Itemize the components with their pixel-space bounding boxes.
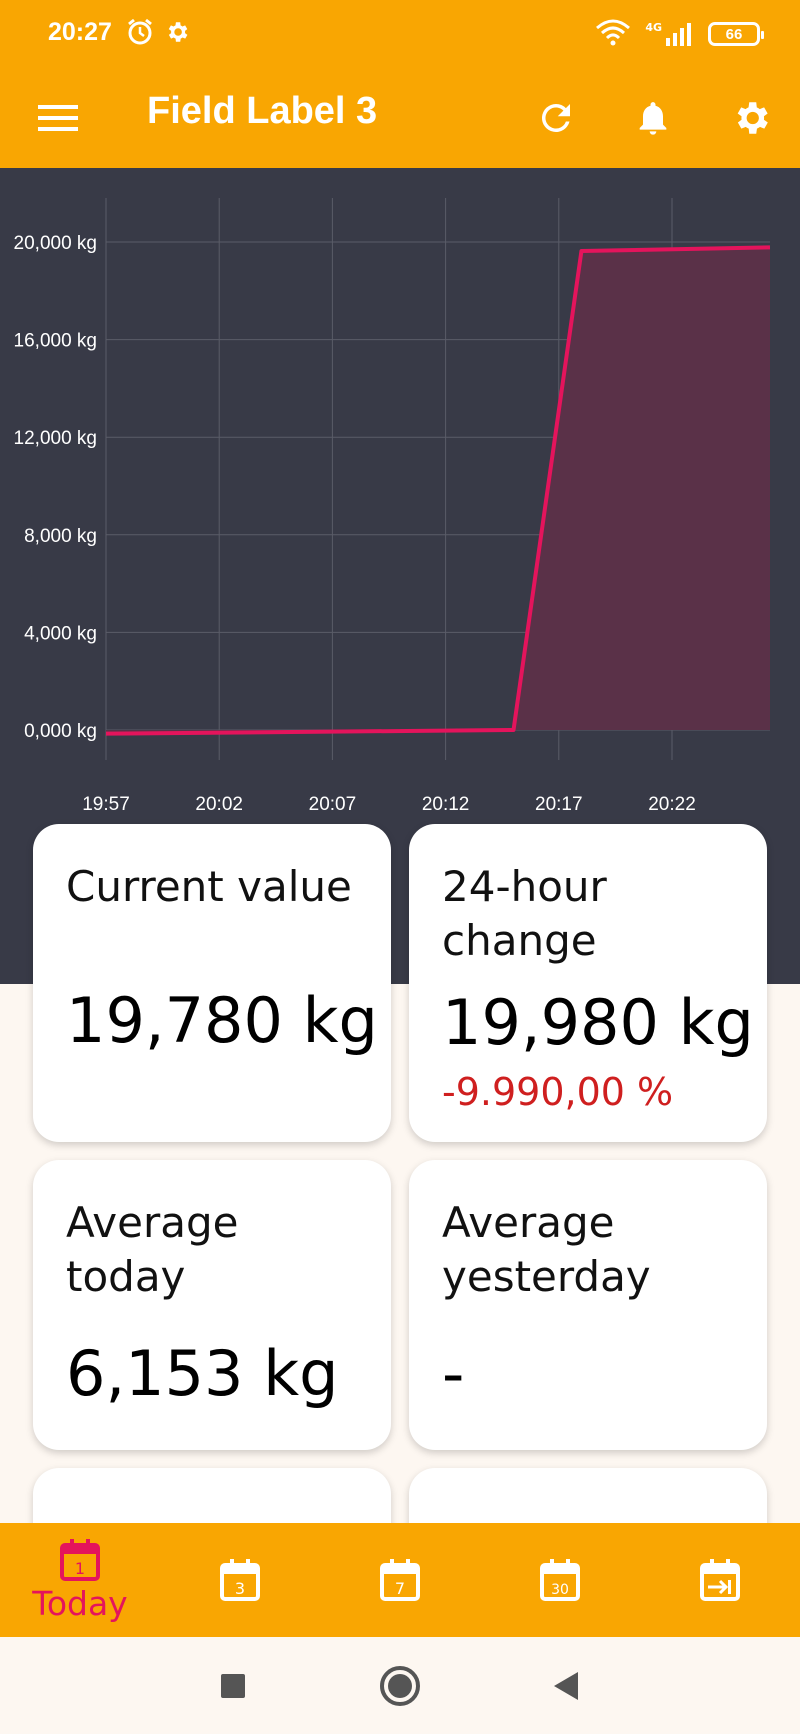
average-today-card: Average today 6,153 kg — [33, 1160, 391, 1450]
x-tick-label: 20:02 — [195, 794, 243, 815]
recents-button[interactable] — [208, 1661, 258, 1711]
calendar-range-icon — [700, 1559, 740, 1601]
y-tick-label: 16,000 kg — [14, 331, 97, 352]
wifi-icon — [595, 18, 631, 50]
nav-item-3-days[interactable]: 3 — [180, 1523, 300, 1637]
bell-icon — [639, 102, 667, 135]
y-tick-label: 0,000 kg — [24, 721, 97, 742]
x-tick-label: 20:22 — [648, 794, 696, 815]
hamburger-menu-icon — [38, 105, 78, 131]
nav-item-custom-range[interactable] — [660, 1523, 780, 1637]
home-button[interactable] — [375, 1661, 425, 1711]
card-title: Average today — [66, 1198, 239, 1301]
x-tick-label: 20:17 — [535, 794, 583, 815]
cellular-signal-icon: 4G — [645, 22, 694, 46]
calendar-today-icon: 1 — [60, 1538, 100, 1581]
average-today-value: 6,153 kg — [66, 1337, 339, 1410]
gear-icon — [737, 102, 768, 134]
back-triangle-icon — [554, 1672, 578, 1700]
nav-label-today: Today — [32, 1583, 128, 1623]
settings-button[interactable] — [725, 92, 777, 144]
calendar-day-number: 30 — [551, 1582, 569, 1598]
x-tick-label: 19:57 — [82, 794, 130, 815]
current-value-card: Current value 19,780 kg — [33, 824, 391, 1142]
menu-button[interactable] — [34, 94, 82, 142]
nav-item-today[interactable]: 1 Today — [20, 1523, 140, 1637]
back-button[interactable] — [540, 1661, 590, 1711]
bottom-navigation: 1 Today 3 7 30 — [0, 1523, 800, 1637]
network-type-label: 4G — [645, 21, 662, 34]
change-24h-value: 19,980 kg — [442, 986, 754, 1059]
y-tick-label: 4,000 kg — [24, 623, 97, 644]
change-24h-card: 24-hour change 19,980 kg -9.990,00 % — [409, 824, 767, 1142]
y-tick-label: 20,000 kg — [14, 233, 97, 254]
x-tick-label: 20:07 — [309, 794, 357, 815]
calendar-3-icon: 3 — [220, 1559, 260, 1601]
average-yesterday-value: - — [442, 1337, 465, 1410]
refresh-button[interactable] — [530, 92, 582, 144]
y-tick-label: 8,000 kg — [24, 526, 97, 547]
card-title: Average yesterday — [442, 1198, 651, 1301]
current-value: 19,780 kg — [66, 984, 378, 1057]
status-time: 20:27 — [48, 18, 112, 46]
calendar-7-icon: 7 — [380, 1559, 420, 1601]
calendar-30-icon: 30 — [540, 1559, 580, 1601]
average-yesterday-card: Average yesterday - — [409, 1160, 767, 1450]
page-title: Field Label 3 — [147, 90, 378, 132]
y-tick-label: 12,000 kg — [14, 428, 97, 449]
battery-icon: 66 — [708, 22, 764, 46]
calendar-day-number: 1 — [75, 1559, 85, 1578]
change-24h-percent: -9.990,00 % — [442, 1070, 674, 1114]
notifications-button[interactable] — [627, 92, 679, 144]
square-icon — [221, 1674, 245, 1698]
refresh-icon — [541, 103, 570, 132]
series-area — [106, 247, 770, 734]
system-navigation-bar — [0, 1637, 800, 1734]
calendar-day-number: 3 — [235, 1579, 245, 1598]
settings-status-icon — [164, 19, 190, 49]
alarm-icon — [126, 18, 154, 50]
status-bar: 20:27 4G 66 — [0, 0, 800, 68]
calendar-day-number: 7 — [395, 1579, 405, 1598]
card-title: 24-hour change — [442, 862, 607, 965]
nav-item-7-days[interactable]: 7 — [340, 1523, 460, 1637]
x-tick-label: 20:12 — [422, 794, 470, 815]
card-title: Current value — [66, 862, 352, 911]
nav-item-30-days[interactable]: 30 — [500, 1523, 620, 1637]
home-circle-icon — [380, 1666, 420, 1706]
app-bar: Field Label 3 — [0, 68, 800, 168]
